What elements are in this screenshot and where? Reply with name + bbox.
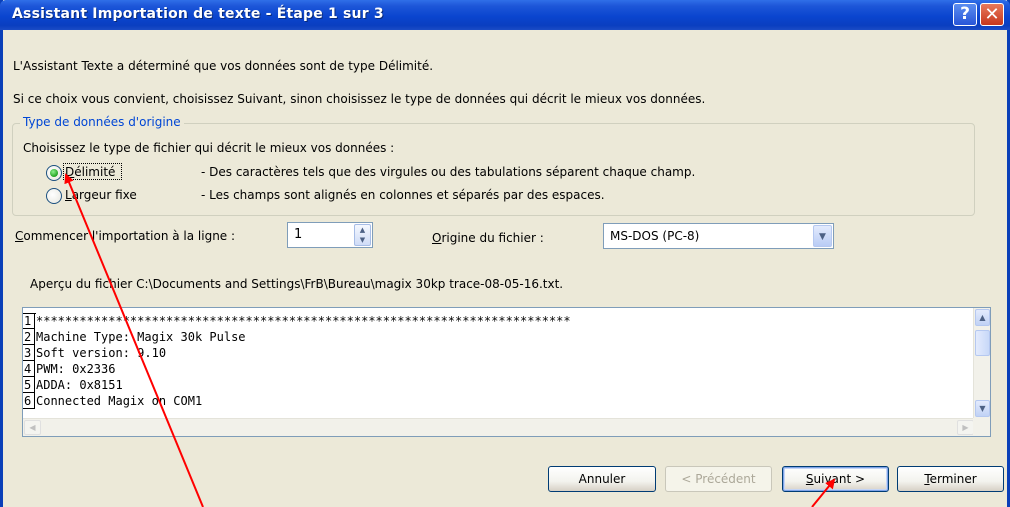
preview-line: 5 ADDA: 0x8151 bbox=[23, 377, 571, 393]
intro-instruction-text: Si ce choix vous convient, choisissez Su… bbox=[13, 92, 706, 106]
preview-line-text: Machine Type: Magix 30k Pulse bbox=[36, 330, 246, 344]
fixed-width-description: - Les champs sont alignés en colonnes et… bbox=[201, 188, 605, 202]
preview-line-text: Connected Magix on COM1 bbox=[36, 394, 203, 408]
preview-lines: 1 ***************************************… bbox=[23, 313, 571, 409]
fixed-width-label[interactable]: Largeur fixe bbox=[65, 188, 137, 202]
start-row-label: Commencer l'importation à la ligne : bbox=[15, 229, 236, 243]
close-button[interactable]: ✕ bbox=[980, 3, 1004, 26]
previous-button[interactable]: < Précédent bbox=[665, 466, 772, 492]
file-origin-value: MS-DOS (PC-8) bbox=[610, 229, 700, 243]
preview-label: Aperçu du fichier C:\Documents and Setti… bbox=[30, 277, 564, 291]
preview-line-number: 2 bbox=[23, 329, 35, 345]
preview-line-text: ADDA: 0x8151 bbox=[36, 378, 123, 392]
preview-line: 4 PWM: 0x2336 bbox=[23, 361, 571, 377]
preview-line-number: 4 bbox=[23, 361, 35, 377]
preview-line-text: Soft version: 9.10 bbox=[36, 346, 167, 360]
preview-line-number: 3 bbox=[23, 345, 35, 361]
scroll-up-icon[interactable]: ▲ bbox=[975, 309, 990, 326]
preview-line-text: PWM: 0x2336 bbox=[36, 362, 116, 376]
preview-line-text: ****************************************… bbox=[36, 314, 571, 328]
spin-up-icon[interactable]: ▲ bbox=[355, 225, 370, 235]
file-preview-box[interactable]: 1 ***************************************… bbox=[22, 307, 991, 437]
data-type-legend: Type de données d'origine bbox=[20, 115, 184, 129]
chevron-down-icon[interactable]: ▼ bbox=[813, 225, 832, 247]
delimited-radio[interactable] bbox=[46, 165, 62, 181]
preview-line-number: 1 bbox=[23, 313, 35, 329]
preview-line: 2 Machine Type: Magix 30k Pulse bbox=[23, 329, 571, 345]
start-row-value[interactable]: 1 bbox=[294, 227, 302, 242]
cancel-button[interactable]: Annuler bbox=[548, 466, 656, 492]
title-bar[interactable]: Assistant Importation de texte - Étape 1… bbox=[0, 0, 1010, 30]
vertical-scroll-thumb[interactable] bbox=[975, 330, 990, 356]
file-origin-label: Origine du fichier : bbox=[432, 231, 544, 245]
intro-detected-text: L'Assistant Texte a déterminé que vos do… bbox=[13, 59, 434, 73]
preview-line-number: 6 bbox=[23, 393, 35, 409]
window-title: Assistant Importation de texte - Étape 1… bbox=[12, 6, 384, 22]
spinner-buttons[interactable]: ▲ ▼ bbox=[354, 224, 371, 246]
scrollbar-corner bbox=[973, 418, 990, 436]
help-button[interactable]: ? bbox=[953, 3, 977, 26]
delimited-label[interactable]: Délimité bbox=[65, 165, 115, 179]
fixed-width-radio[interactable] bbox=[46, 188, 62, 204]
spin-down-icon[interactable]: ▼ bbox=[355, 235, 370, 245]
preview-line: 1 ***************************************… bbox=[23, 313, 571, 329]
preview-line: 3 Soft version: 9.10 bbox=[23, 345, 571, 361]
preview-horizontal-scrollbar[interactable]: ◀ ▶ bbox=[23, 418, 975, 436]
scroll-down-icon[interactable]: ▼ bbox=[975, 400, 990, 417]
file-type-prompt: Choisissez le type de fichier qui décrit… bbox=[23, 141, 395, 155]
scroll-left-icon[interactable]: ◀ bbox=[24, 420, 41, 435]
file-origin-select[interactable]: MS-DOS (PC-8) ▼ bbox=[603, 223, 834, 249]
preview-line: 6 Connected Magix on COM1 bbox=[23, 393, 571, 409]
finish-button[interactable]: Terminer bbox=[897, 466, 1004, 492]
preview-vertical-scrollbar[interactable]: ▲ ▼ bbox=[973, 308, 990, 419]
radio-selected-dot bbox=[50, 169, 58, 177]
next-button[interactable]: Suivant > bbox=[782, 466, 889, 492]
delimited-description: - Des caractères tels que des virgules o… bbox=[201, 165, 696, 179]
scroll-right-icon[interactable]: ▶ bbox=[957, 420, 974, 435]
preview-line-number: 5 bbox=[23, 377, 35, 393]
start-row-spinner[interactable]: 1 ▲ ▼ bbox=[287, 222, 373, 248]
